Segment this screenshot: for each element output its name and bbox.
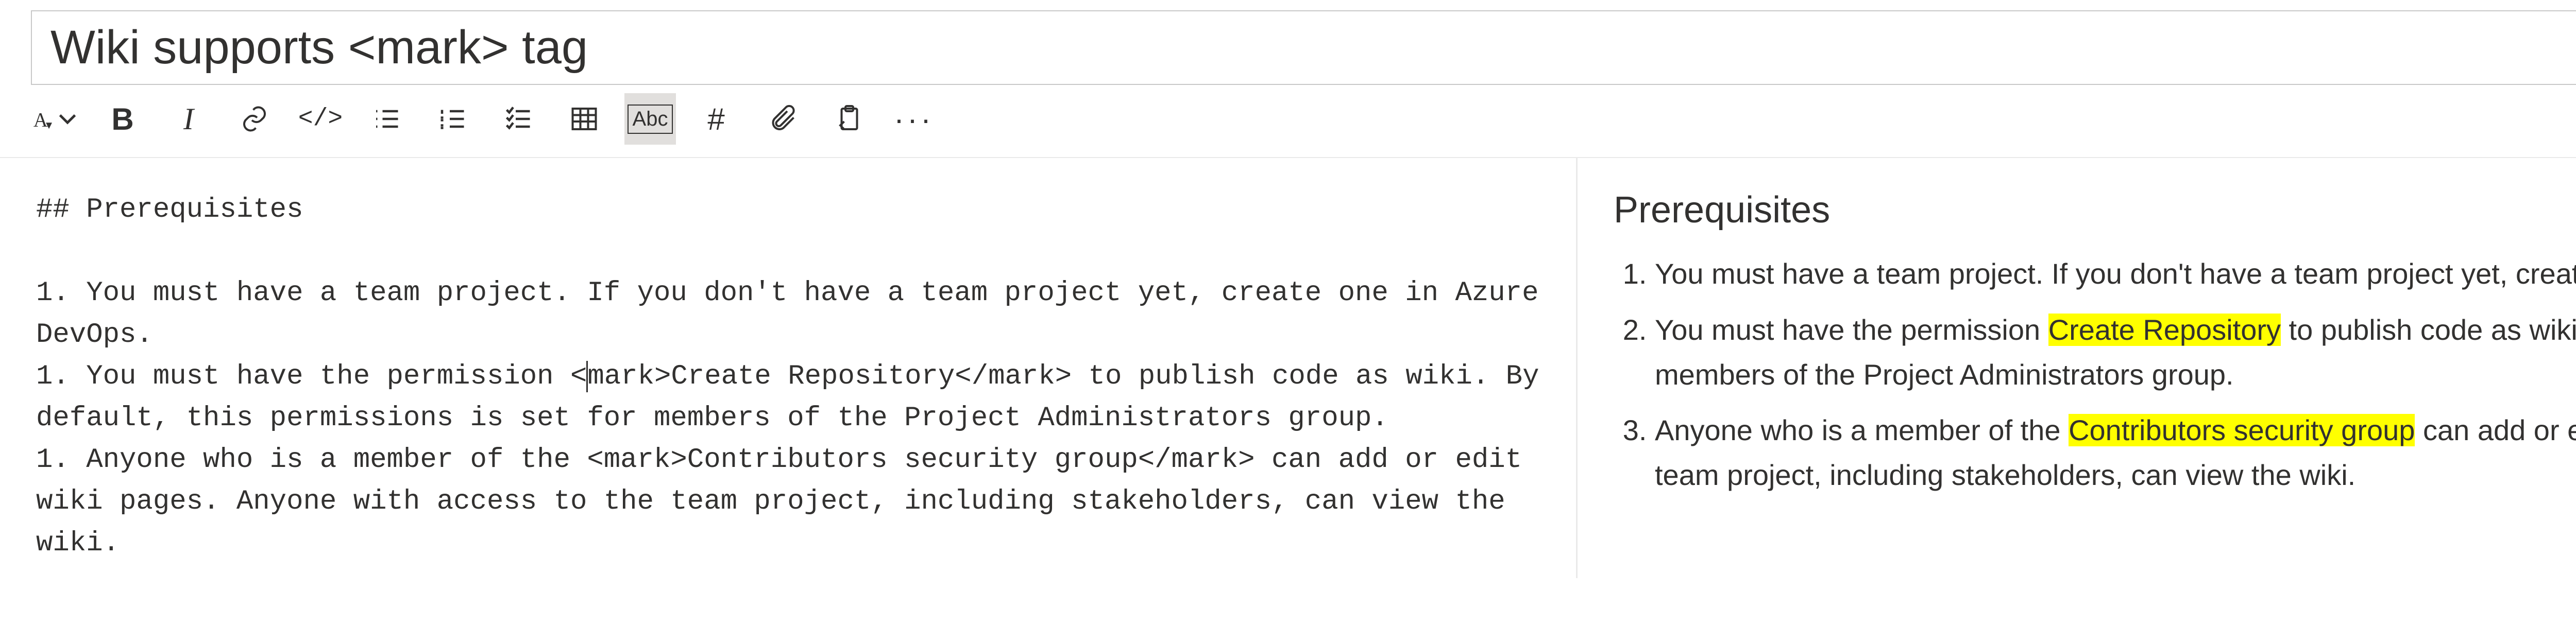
preview-list-item: Anyone who is a member of the Contributo…: [1655, 408, 2576, 498]
bullet-list-button[interactable]: [361, 93, 412, 145]
numbered-list-button[interactable]: [427, 93, 478, 145]
preview-list: You must have a team project. If you don…: [1614, 252, 2576, 498]
italic-button[interactable]: I: [163, 93, 214, 145]
table-button[interactable]: [558, 93, 610, 145]
paperclip-icon: [767, 103, 798, 134]
task-list-icon: [503, 103, 534, 134]
preview-heading: Prerequisites: [1614, 189, 2576, 231]
table-icon: [569, 103, 600, 134]
markdown-source-text[interactable]: ## Prerequisites 1. You must have a team…: [36, 189, 1540, 564]
format-toolbar: A▾ B I </>: [31, 93, 940, 145]
page-title-input[interactable]: [31, 10, 2576, 85]
highlight-mark: Contributors security group: [2069, 414, 2415, 446]
bold-icon: B: [111, 101, 133, 137]
task-list-button[interactable]: [493, 93, 544, 145]
attach-button[interactable]: [756, 93, 808, 145]
bullet-list-icon: [371, 103, 402, 134]
font-format-button[interactable]: A▾: [31, 93, 82, 145]
link-button[interactable]: [229, 93, 280, 145]
format-toolbar-row: A▾ B I </>: [0, 90, 2576, 154]
code-button[interactable]: </>: [295, 93, 346, 145]
markdown-editor[interactable]: ## Prerequisites 1. You must have a team…: [0, 158, 1578, 578]
italic-icon: I: [183, 101, 194, 137]
preview-list-item: You must have a team project. If you don…: [1655, 252, 2576, 297]
highlight-mark: Create Repository: [2048, 314, 2281, 346]
editor-split: ## Prerequisites 1. You must have a team…: [0, 158, 2576, 578]
numbered-list-icon: [437, 103, 468, 134]
bold-button[interactable]: B: [97, 93, 148, 145]
more-icon: ···: [894, 101, 934, 137]
highlight-icon: Abc: [628, 105, 673, 134]
more-button[interactable]: ···: [888, 93, 940, 145]
header-row: Close Save: [0, 0, 2576, 90]
preview-list-item: You must have the permission Create Repo…: [1655, 308, 2576, 397]
hash-icon: #: [707, 101, 724, 137]
code-icon: </>: [298, 105, 343, 133]
highlight-button[interactable]: Abc: [624, 93, 676, 145]
clipboard-button[interactable]: [822, 93, 874, 145]
markdown-preview: Prerequisites You must have a team proje…: [1578, 158, 2576, 578]
clipboard-icon: [833, 103, 863, 134]
heading-button[interactable]: #: [690, 93, 742, 145]
link-icon: [239, 103, 270, 134]
svg-text:▾: ▾: [46, 118, 52, 132]
